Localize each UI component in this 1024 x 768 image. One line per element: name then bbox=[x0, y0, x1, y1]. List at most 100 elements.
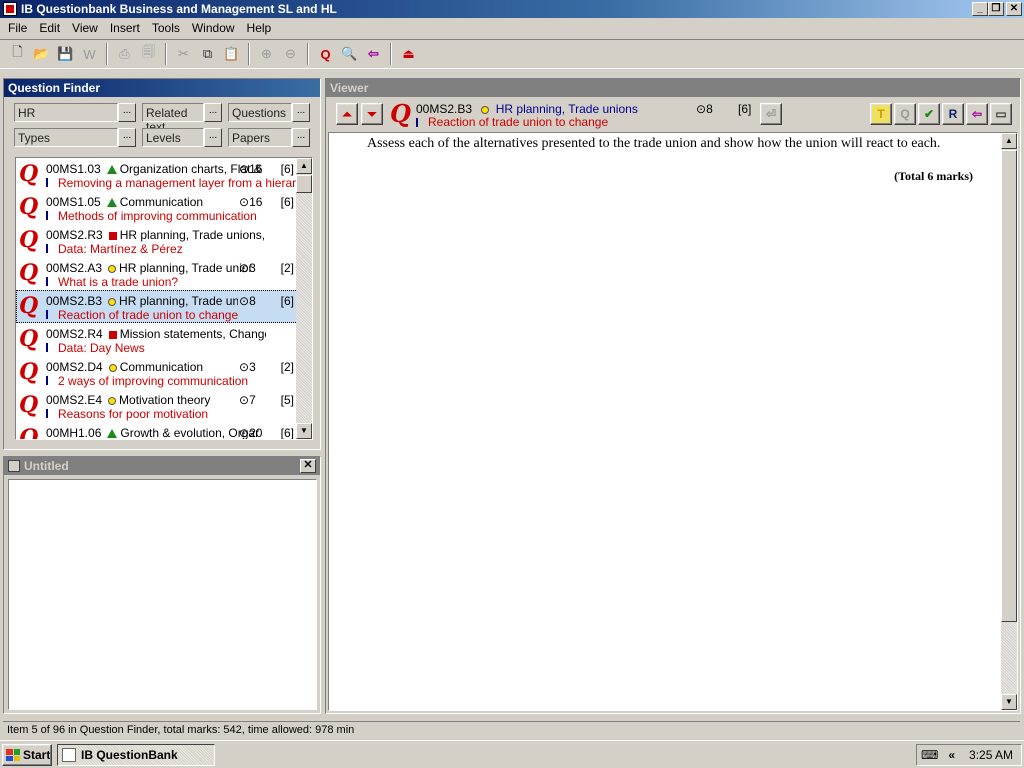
menu-insert[interactable]: Insert bbox=[104, 21, 146, 35]
toolbar-separator bbox=[106, 43, 108, 65]
questions-filter-button[interactable]: ... bbox=[292, 103, 310, 122]
question-list-item[interactable]: Q 00MS1.03 Organization charts, Flat & ⊙16 [… bbox=[16, 158, 312, 191]
exit-icon[interactable]: ⏏ bbox=[397, 43, 420, 65]
viewer-scroll-down-button[interactable]: ▼ bbox=[1001, 694, 1017, 710]
related-filter[interactable]: Related text ... bbox=[142, 103, 222, 134]
keyboard-icon[interactable]: ⌨ bbox=[921, 748, 938, 762]
start-button[interactable]: Start bbox=[2, 744, 52, 766]
find-icon[interactable]: Q bbox=[314, 43, 337, 65]
viewer-content[interactable]: Assess each of the alternatives presente… bbox=[328, 132, 1018, 711]
question-time-value: 8 bbox=[249, 294, 256, 308]
topic-filter-button[interactable]: ... bbox=[118, 103, 136, 122]
question-q-icon: Q bbox=[19, 260, 39, 286]
question-toggle-button[interactable]: Q bbox=[894, 103, 916, 125]
next-question-button[interactable]: ⏷ bbox=[361, 103, 383, 125]
viewer-scrollbar[interactable]: ▲ ▼ bbox=[1001, 133, 1017, 710]
levels-filter[interactable]: Levels ... bbox=[142, 128, 222, 147]
menu-help[interactable]: Help bbox=[241, 21, 278, 35]
question-topics: HR planning, Trade unior bbox=[119, 261, 253, 275]
markscheme-check-button[interactable]: ✔ bbox=[918, 103, 940, 125]
viewer-subtitle-bar bbox=[416, 118, 418, 127]
open-icon[interactable]: 📂 bbox=[30, 43, 53, 65]
scroll-down-button[interactable]: ▼ bbox=[296, 423, 312, 439]
remove-question-icon[interactable]: ⊖ bbox=[279, 43, 302, 65]
print-preview-icon[interactable]: 🗐 bbox=[137, 43, 160, 65]
levels-filter-button[interactable]: ... bbox=[204, 128, 222, 147]
menu-view[interactable]: View bbox=[66, 21, 104, 35]
papers-filter[interactable]: Papers ... bbox=[228, 128, 310, 147]
viewer-time-value: 8 bbox=[706, 102, 713, 116]
print-icon[interactable]: ⎙ bbox=[113, 43, 136, 65]
toolbar-separator bbox=[248, 43, 250, 65]
close-button[interactable]: ✕ bbox=[1006, 2, 1022, 16]
search-icon[interactable]: 🔍 bbox=[338, 43, 361, 65]
question-marks: [2] bbox=[280, 360, 294, 374]
toolbar-separator bbox=[165, 43, 167, 65]
scroll-thumb[interactable] bbox=[296, 175, 312, 193]
question-list-item[interactable]: Q 00MS2.E4 Motivation theory ⊙7 [5] Reasons f… bbox=[16, 389, 312, 422]
toolbar-separator bbox=[390, 43, 392, 65]
untitled-document-area[interactable] bbox=[8, 479, 317, 710]
save-word-icon[interactable]: W bbox=[78, 43, 101, 65]
subtitle-bar bbox=[46, 343, 48, 352]
reference-button[interactable]: R bbox=[942, 103, 964, 125]
question-q-icon: Q bbox=[19, 293, 39, 319]
question-topics: Communication bbox=[119, 360, 204, 374]
taskbar-app-button[interactable]: IB QuestionBank bbox=[57, 744, 215, 766]
untitled-close-button[interactable]: ✕ bbox=[300, 459, 316, 473]
level-marker-icon bbox=[108, 265, 117, 273]
back-arrow-button[interactable]: ⇦ bbox=[966, 103, 988, 125]
question-list-items: Q 00MS1.03 Organization charts, Flat & ⊙16[… bbox=[16, 158, 312, 440]
minimize-button[interactable]: _ bbox=[972, 2, 988, 16]
papers-filter-button[interactable]: ... bbox=[292, 128, 310, 147]
viewer-scroll-up-button[interactable]: ▲ bbox=[1001, 133, 1017, 149]
windows-logo-icon bbox=[6, 749, 20, 761]
question-item-line: 00MS2.A3 HR planning, Trade unior bbox=[46, 261, 266, 275]
related-filter-button[interactable]: ... bbox=[204, 103, 222, 122]
subtitle-bar bbox=[46, 178, 48, 187]
viewer-code: 00MS2.B3 bbox=[416, 102, 473, 116]
question-list-item[interactable]: Q 00MS2.D4 Communication ⊙3 [2] 2 ways of imp… bbox=[16, 356, 312, 389]
back-arrow-icon[interactable]: ⇦ bbox=[362, 43, 385, 65]
menu-window[interactable]: Window bbox=[186, 21, 241, 35]
topic-filter[interactable]: HR ... bbox=[14, 103, 136, 122]
insert-question-button[interactable]: ⏎ bbox=[760, 103, 782, 125]
question-list-item[interactable]: Q 00MS1.05 Communication ⊙16 [6] Methods of i… bbox=[16, 191, 312, 224]
viewer-topics: HR planning, Trade unions bbox=[495, 102, 638, 116]
question-code: 00MS2.R3 bbox=[46, 228, 103, 242]
question-list-scrollbar[interactable]: ▲ ▼ bbox=[296, 158, 312, 439]
clock-icon: ⊙ bbox=[239, 360, 250, 374]
question-time: ⊙16 bbox=[238, 162, 262, 176]
menu-tools[interactable]: Tools bbox=[146, 21, 186, 35]
types-filter-button[interactable]: ... bbox=[118, 128, 136, 147]
cut-icon[interactable]: ✂ bbox=[172, 43, 195, 65]
subtitle-bar bbox=[46, 277, 48, 286]
viewer-scroll-thumb[interactable] bbox=[1001, 150, 1017, 622]
questions-filter[interactable]: Questions ... bbox=[228, 103, 310, 122]
subtitle-bar bbox=[46, 409, 48, 418]
menu-edit[interactable]: Edit bbox=[33, 21, 66, 35]
question-topics: HR planning, Trade unior bbox=[119, 294, 253, 308]
copy-icon[interactable]: ⧉ bbox=[196, 43, 219, 65]
types-filter[interactable]: Types ... bbox=[14, 128, 136, 147]
tray-expand-icon[interactable]: « bbox=[948, 748, 955, 762]
menu-file[interactable]: File bbox=[2, 21, 33, 35]
question-list-item[interactable]: Q 00MS2.A3 HR planning, Trade unior ⊙3 [2] Wh… bbox=[16, 257, 312, 290]
comment-button[interactable]: ▭ bbox=[990, 103, 1012, 125]
question-subtitle: 2 ways of improving communication bbox=[58, 374, 249, 388]
question-time: ⊙16 bbox=[238, 195, 262, 209]
question-q-icon: Q bbox=[19, 161, 39, 187]
previous-question-button[interactable]: ⏶ bbox=[336, 103, 358, 125]
question-list-item[interactable]: Q 00MS2.B3 HR planning, Trade unior ⊙8 [6] Re… bbox=[16, 290, 312, 323]
save-icon[interactable]: 💾 bbox=[54, 43, 77, 65]
paste-icon[interactable]: 📋 bbox=[220, 43, 243, 65]
text-highlight-button[interactable]: T bbox=[870, 103, 892, 125]
scroll-up-button[interactable]: ▲ bbox=[296, 158, 312, 174]
new-icon[interactable]: 🗋 bbox=[6, 43, 29, 65]
add-question-icon[interactable]: ⊕ bbox=[255, 43, 278, 65]
question-list-item[interactable]: Q 00MS2.R4 Mission statements, Change mana… bbox=[16, 323, 312, 356]
restore-button[interactable]: ❐ bbox=[988, 2, 1004, 16]
question-list-item[interactable]: Q 00MS2.R3 HR planning, Trade unions, Work… bbox=[16, 224, 312, 257]
question-q-icon: Q bbox=[19, 425, 39, 440]
question-list-item[interactable]: Q 00MH1.06 Growth & evolution, Orgar ⊙20 [6] bbox=[16, 422, 312, 440]
